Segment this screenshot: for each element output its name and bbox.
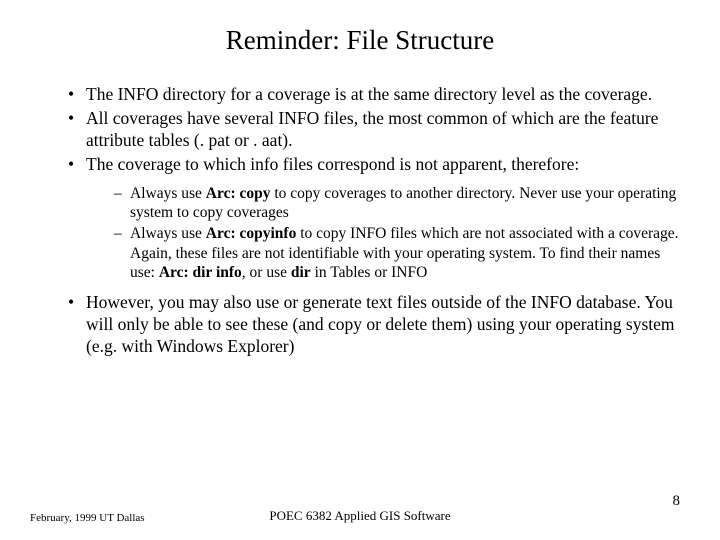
bold-run: dir [291, 264, 311, 281]
bullet-item: All coverages have several INFO files, t… [68, 108, 680, 152]
main-bullet-list: The INFO directory for a coverage is at … [68, 84, 680, 358]
text-run: Always use [130, 225, 206, 242]
sub-bullet-list: Always use Arc: copy to copy coverages t… [114, 184, 680, 283]
bold-run: Arc: dir info [159, 264, 242, 281]
text-run: , or use [242, 264, 291, 281]
bullet-item: The coverage to which info files corresp… [68, 154, 680, 283]
bullet-item: However, you may also use or generate te… [68, 292, 680, 358]
bullet-item: The INFO directory for a coverage is at … [68, 84, 680, 106]
sub-bullet-item: Always use Arc: copyinfo to copy INFO fi… [114, 224, 680, 282]
bold-run: Arc: copy [206, 185, 271, 202]
text-run: Always use [130, 185, 206, 202]
bold-run: Arc: copyinfo [206, 225, 297, 242]
slide-number: 8 [673, 493, 681, 510]
text-run: in Tables or INFO [311, 264, 428, 281]
bullet-text: The coverage to which info files corresp… [86, 154, 579, 174]
footer-course: POEC 6382 Applied GIS Software [0, 508, 720, 524]
sub-bullet-item: Always use Arc: copy to copy coverages t… [114, 184, 680, 223]
slide-title: Reminder: File Structure [40, 25, 680, 56]
